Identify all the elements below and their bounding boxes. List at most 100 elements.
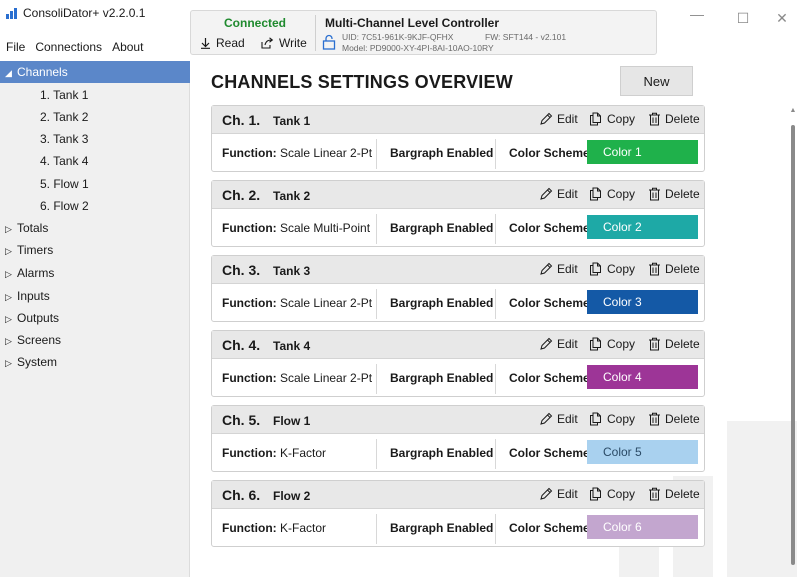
delete-button[interactable]: Delete bbox=[648, 112, 700, 126]
close-icon[interactable]: ✕ bbox=[772, 10, 792, 27]
sidebar-item-outputs[interactable]: ▷ Outputs bbox=[0, 307, 190, 329]
color-scheme-label: Color Scheme: bbox=[509, 221, 594, 235]
sidebar-item-channel-4[interactable]: 4. Tank 4 bbox=[0, 150, 190, 172]
copy-button[interactable]: Copy bbox=[589, 262, 635, 276]
pencil-icon bbox=[540, 412, 553, 425]
channel-card: Ch. 5. Flow 1 Edit Copy Delete Function:… bbox=[211, 405, 705, 472]
sidebar-item-alarms[interactable]: ▷ Alarms bbox=[0, 262, 190, 284]
copy-label: Copy bbox=[607, 337, 636, 351]
sidebar-item-channel-2[interactable]: 2. Tank 2 bbox=[0, 106, 190, 128]
color-scheme-label: Color Scheme: bbox=[509, 146, 594, 160]
maximize-icon[interactable]: ☐ bbox=[733, 10, 753, 27]
copy-button[interactable]: Copy bbox=[589, 112, 635, 126]
copy-label: Copy bbox=[607, 262, 636, 276]
sidebar-item-totals[interactable]: ▷ Totals bbox=[0, 217, 190, 239]
sidebar-item-inputs[interactable]: ▷ Inputs bbox=[0, 285, 190, 307]
collapsed-triangle-icon: ▷ bbox=[5, 246, 12, 256]
function-value: Scale Multi-Point bbox=[280, 221, 371, 235]
expanded-triangle-icon: ◢ bbox=[5, 68, 12, 78]
bargraph-status: Bargraph Enabled bbox=[390, 521, 494, 535]
function-field: Function: Scale Linear 2-Pt bbox=[222, 296, 372, 310]
read-button[interactable]: Read bbox=[200, 36, 245, 50]
write-button[interactable]: Write bbox=[260, 36, 307, 50]
sidebar-item-channel-5[interactable]: 5. Flow 1 bbox=[0, 173, 190, 195]
divider bbox=[495, 214, 496, 244]
copy-button[interactable]: Copy bbox=[589, 337, 635, 351]
divider bbox=[495, 514, 496, 544]
read-label: Read bbox=[216, 36, 245, 50]
channel-name: Tank 1 bbox=[273, 114, 311, 128]
app-header: ConsoliDator+ v2.2.0.1 File Connections … bbox=[0, 0, 797, 61]
divider bbox=[495, 289, 496, 319]
color-scheme-name: Color 1 bbox=[603, 145, 642, 159]
sidebar-item-system[interactable]: ▷ System bbox=[0, 351, 190, 373]
channel-card-header: Ch. 3. Tank 3 Edit Copy Delete bbox=[212, 256, 704, 284]
function-value: K-Factor bbox=[280, 446, 327, 460]
scroll-up-icon[interactable]: ▲ bbox=[789, 107, 797, 114]
menu-file[interactable]: File bbox=[6, 40, 25, 54]
bargraph-status: Bargraph Enabled bbox=[390, 446, 494, 460]
edit-button[interactable]: Edit bbox=[539, 337, 578, 351]
edit-button[interactable]: Edit bbox=[539, 112, 578, 126]
channel-card-header: Ch. 4. Tank 4 Edit Copy Delete bbox=[212, 331, 704, 359]
sidebar: ◢ Channels 1. Tank 1 2. Tank 2 3. Tank 3 … bbox=[0, 61, 190, 577]
trash-icon bbox=[649, 412, 660, 426]
delete-label: Delete bbox=[665, 112, 700, 126]
delete-button[interactable]: Delete bbox=[648, 412, 700, 426]
scrollbar[interactable]: ▲ ▼ bbox=[789, 107, 797, 567]
edit-button[interactable]: Edit bbox=[539, 412, 578, 426]
edit-button[interactable]: Edit bbox=[539, 187, 578, 201]
edit-label: Edit bbox=[557, 487, 578, 501]
sidebar-item-label: Timers bbox=[17, 243, 54, 257]
color-scheme-label: Color Scheme: bbox=[509, 371, 594, 385]
divider bbox=[495, 439, 496, 469]
edit-button[interactable]: Edit bbox=[539, 487, 578, 501]
menu-connections[interactable]: Connections bbox=[35, 40, 102, 54]
sidebar-item-screens[interactable]: ▷ Screens bbox=[0, 329, 190, 351]
edit-label: Edit bbox=[557, 187, 578, 201]
divider bbox=[376, 214, 377, 244]
delete-button[interactable]: Delete bbox=[648, 487, 700, 501]
channel-number: Ch. 1. bbox=[222, 112, 261, 128]
edit-label: Edit bbox=[557, 112, 578, 126]
scroll-down-icon[interactable]: ▼ bbox=[789, 559, 797, 566]
edit-label: Edit bbox=[557, 412, 578, 426]
color-scheme-label: Color Scheme: bbox=[509, 446, 594, 460]
sidebar-item-timers[interactable]: ▷ Timers bbox=[0, 239, 190, 261]
delete-button[interactable]: Delete bbox=[648, 262, 700, 276]
sidebar-item-channels[interactable]: ◢ Channels bbox=[0, 61, 190, 83]
copy-icon bbox=[590, 412, 601, 426]
app-logo-icon bbox=[6, 7, 19, 19]
scroll-thumb[interactable] bbox=[791, 125, 795, 565]
menu-about[interactable]: About bbox=[112, 40, 143, 54]
channel-number: Ch. 3. bbox=[222, 262, 261, 278]
sidebar-item-label: Outputs bbox=[17, 311, 60, 325]
new-channel-button[interactable]: New bbox=[620, 66, 693, 96]
trash-icon bbox=[649, 262, 660, 276]
divider bbox=[495, 139, 496, 169]
lock-icon bbox=[322, 34, 336, 50]
sidebar-item-channel-6[interactable]: 6. Flow 2 bbox=[0, 195, 190, 217]
channel-name: Flow 2 bbox=[273, 489, 311, 503]
sidebar-item-channel-3[interactable]: 3. Tank 3 bbox=[0, 128, 190, 150]
delete-button[interactable]: Delete bbox=[648, 187, 700, 201]
color-scheme-swatch: Color 2 bbox=[587, 215, 698, 239]
function-label: Function: bbox=[222, 146, 277, 160]
copy-icon bbox=[590, 337, 601, 351]
copy-label: Copy bbox=[607, 112, 636, 126]
copy-button[interactable]: Copy bbox=[589, 487, 635, 501]
color-scheme-name: Color 3 bbox=[603, 295, 642, 309]
trash-icon bbox=[649, 337, 660, 351]
minimize-icon[interactable]: — bbox=[687, 6, 707, 22]
copy-button[interactable]: Copy bbox=[589, 412, 635, 426]
delete-button[interactable]: Delete bbox=[648, 337, 700, 351]
menu-bar: File Connections About bbox=[6, 40, 143, 54]
copy-icon bbox=[590, 112, 601, 126]
color-scheme-name: Color 2 bbox=[603, 220, 642, 234]
copy-button[interactable]: Copy bbox=[589, 187, 635, 201]
edit-label: Edit bbox=[557, 262, 578, 276]
sidebar-item-channel-1[interactable]: 1. Tank 1 bbox=[0, 84, 190, 106]
edit-button[interactable]: Edit bbox=[539, 262, 578, 276]
device-name: Multi-Channel Level Controller bbox=[325, 16, 500, 30]
color-scheme-swatch: Color 5 bbox=[587, 440, 698, 464]
